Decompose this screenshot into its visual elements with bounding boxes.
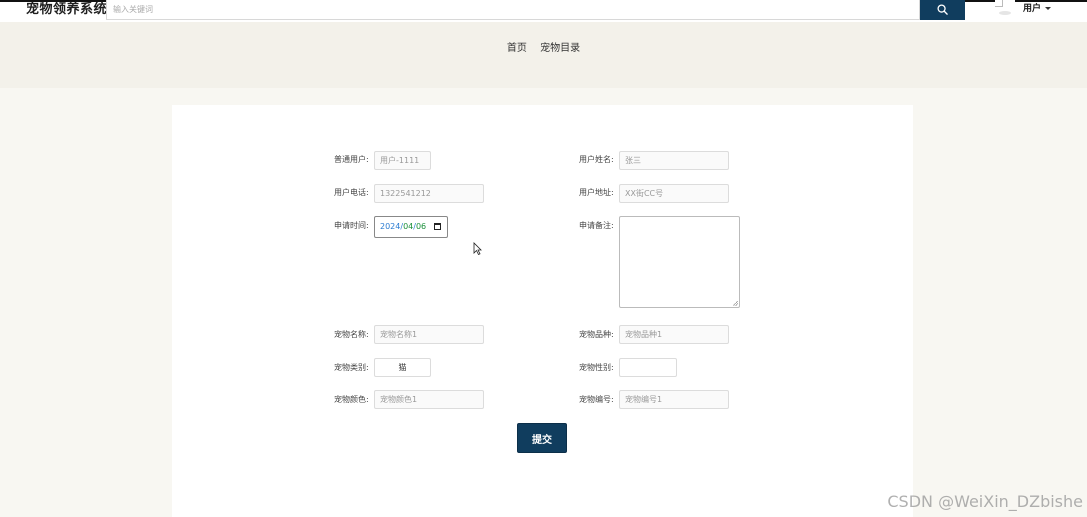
pet-name-field[interactable] (374, 325, 484, 344)
pet-category-field[interactable] (374, 358, 431, 377)
pet-number-field[interactable] (619, 390, 729, 409)
app-title: 宠物领养系统 (26, 2, 108, 17)
pet-breed-field[interactable] (619, 325, 729, 344)
date-day: 06 (415, 222, 427, 231)
submit-button[interactable]: 提交 (517, 423, 567, 453)
user-menu-dropdown[interactable]: 用户 (1023, 3, 1052, 15)
search-button[interactable] (920, 0, 965, 20)
field-label-pet-number: 宠物编号: (579, 395, 614, 404)
user-address-field[interactable] (619, 184, 729, 203)
calendar-icon[interactable] (434, 223, 441, 230)
pet-gender-field[interactable] (619, 358, 677, 377)
search-icon (937, 4, 948, 15)
field-label-regular-user: 普通用户: (334, 155, 369, 164)
nav-item-pet-catalog[interactable]: 宠物目录 (540, 43, 580, 55)
user-phone-field[interactable] (374, 184, 484, 203)
date-year: 2024 (380, 222, 401, 231)
watermark-text: CSDN @WeiXin_DZbishe (887, 492, 1083, 511)
regular-user-field[interactable] (374, 151, 431, 170)
user-menu-label: 用户 (1023, 4, 1042, 14)
nav-item-home[interactable]: 首页 (507, 43, 527, 55)
field-label-apply-note: 申请备注: (579, 221, 614, 230)
field-label-pet-gender: 宠物性别: (579, 363, 614, 372)
resize-handle-icon[interactable] (733, 301, 738, 306)
form-card (172, 105, 913, 517)
search-input[interactable] (106, 0, 920, 20)
chevron-down-icon (1045, 7, 1052, 10)
broken-image-icon (995, 0, 1003, 7)
main-nav: 首页 宠物目录 (0, 43, 1087, 55)
avatar-icon[interactable] (995, 0, 1015, 17)
user-name-field[interactable] (619, 151, 729, 170)
date-month: 04 (403, 222, 414, 231)
apply-time-date-input[interactable]: 2024/04/06 (374, 216, 448, 238)
apply-note-textarea[interactable] (619, 216, 740, 308)
field-label-user-address: 用户地址: (579, 188, 614, 197)
field-label-pet-color: 宠物颜色: (334, 395, 369, 404)
pet-color-field[interactable] (374, 390, 484, 409)
field-label-pet-category: 宠物类别: (334, 363, 369, 372)
field-label-apply-time: 申请时间: (334, 221, 369, 230)
field-label-pet-name: 宠物名称: (334, 330, 369, 339)
mouse-cursor-icon (473, 242, 482, 255)
field-label-user-name: 用户姓名: (579, 155, 614, 164)
field-label-pet-breed: 宠物品种: (579, 330, 614, 339)
field-label-user-phone: 用户电话: (334, 188, 369, 197)
avatar-shadow (999, 11, 1011, 15)
